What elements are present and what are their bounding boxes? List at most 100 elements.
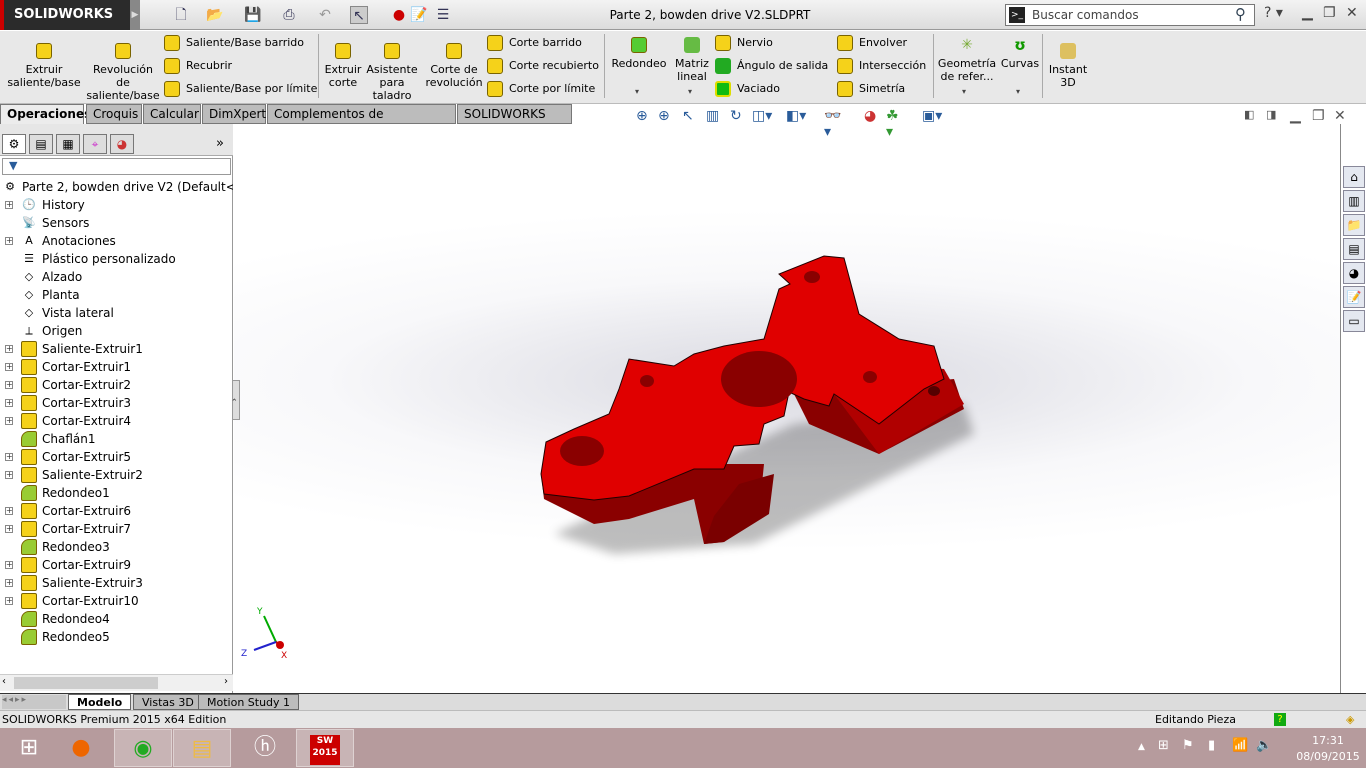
expand-toggle[interactable]: + [5, 381, 13, 389]
boundary-cut-button[interactable]: Corte por límite [487, 80, 595, 98]
hide-show-icon[interactable]: 👓▾ [824, 108, 841, 140]
tree-root[interactable]: ⚙ Parte 2, bowden drive V2 (Default<<De [0, 178, 233, 196]
extruded-cut-button[interactable]: Extruir corte [323, 43, 363, 89]
expand-toggle[interactable]: + [5, 417, 13, 425]
swept-boss-button[interactable]: Saliente/Base barrido [164, 34, 304, 52]
scenes-icon[interactable]: ☘▾ [886, 108, 899, 140]
action-center-icon[interactable]: ⊞ [1158, 738, 1169, 753]
revolve-boss-button[interactable]: Revolución de saliente/base [86, 43, 160, 102]
tab-operaciones[interactable]: Operaciones [0, 104, 91, 124]
rebuild-icon[interactable]: ● [390, 6, 408, 24]
zoom-area-icon[interactable]: ⊕ [658, 108, 670, 124]
tree-item[interactable]: ◇ Planta [0, 286, 233, 304]
file-explorer-taskbar-icon[interactable]: ▤ [173, 729, 231, 767]
tab-croquis[interactable]: Croquis [86, 104, 142, 124]
curves-button[interactable]: ʊ Curvas [1000, 37, 1040, 70]
reference-geometry-button[interactable]: ✳ Geometría de refer... [937, 37, 997, 83]
swept-cut-button[interactable]: Corte barrido [487, 34, 582, 52]
show-hidden-icons[interactable]: ▲ [1138, 742, 1145, 752]
expand-toggle[interactable]: + [5, 579, 13, 587]
print-icon[interactable]: ⎙ [280, 6, 298, 24]
expand-toggle[interactable]: + [5, 201, 13, 209]
options-icon[interactable]: ☰ [434, 6, 452, 24]
extrude-boss-button[interactable]: Extruir saliente/base [6, 43, 82, 89]
solidworks-resources-icon[interactable]: ⌂ [1343, 166, 1365, 188]
graphics-area[interactable]: Y X Z [234, 124, 1340, 693]
tile-left-icon[interactable]: ◧ [1244, 108, 1254, 121]
fillet-button[interactable]: Redondeo [608, 37, 670, 70]
select-icon[interactable]: ↖ [350, 6, 368, 24]
viewport-restore-button[interactable]: ❐ [1312, 108, 1325, 124]
configuration-manager-tab-icon[interactable]: ▦ [56, 134, 80, 154]
tab-modelo[interactable]: Modelo [68, 694, 132, 710]
scroll-thumb[interactable] [14, 677, 158, 689]
loft-button[interactable]: Recubrir [164, 57, 232, 75]
clock[interactable]: 17:31 08/09/2015 [1296, 733, 1360, 765]
tree-item[interactable]: Redondeo4 [0, 610, 233, 628]
view-palette-icon[interactable]: ▤ [1343, 238, 1365, 260]
design-library-icon[interactable]: ▥ [1343, 190, 1365, 212]
file-properties-icon[interactable]: 📝 [410, 6, 428, 24]
custom-properties-icon[interactable]: 📝 [1343, 286, 1365, 308]
tree-item[interactable]: + Cortar-Extruir6 [0, 502, 233, 520]
property-manager-tab-icon[interactable]: ▤ [29, 134, 53, 154]
expand-tabs-icon[interactable]: » [216, 136, 224, 151]
volume-icon[interactable]: 🔈 [1256, 738, 1272, 753]
tab-vistas-3d[interactable]: Vistas 3D [133, 694, 203, 710]
part-model[interactable] [234, 124, 1340, 693]
tab-motion-study[interactable]: Motion Study 1 [198, 694, 300, 710]
save-icon[interactable]: 💾 [244, 6, 262, 24]
tree-item[interactable]: ◇ Vista lateral [0, 304, 233, 322]
search-commands-input[interactable]: >_ Buscar comandos ⚲ [1005, 4, 1255, 26]
boundary-boss-button[interactable]: Saliente/Base por límite [164, 80, 317, 98]
tree-item[interactable]: ◇ Alzado [0, 268, 233, 286]
tree-item[interactable]: + A Anotaciones [0, 232, 233, 250]
network-icon[interactable]: 📶 [1232, 738, 1248, 753]
revolved-cut-button[interactable]: Corte de revolución [425, 43, 483, 89]
tree-item[interactable]: + Cortar-Extruir5 [0, 448, 233, 466]
tab-dimxpert[interactable]: DimXpert [202, 104, 266, 124]
tree-item[interactable]: + Cortar-Extruir1 [0, 358, 233, 376]
section-view-icon[interactable]: ▥ [706, 108, 719, 124]
tab-calcular[interactable]: Calcular [143, 104, 201, 124]
tab-mbd[interactable]: SOLIDWORKS MBD [457, 104, 572, 140]
tree-item[interactable]: ☰ Plástico personalizado [0, 250, 233, 268]
expand-toggle[interactable]: + [5, 345, 13, 353]
chrome-icon[interactable]: ◉ [114, 729, 172, 767]
display-style-icon[interactable]: ◧▾ [786, 108, 806, 124]
tree-item[interactable]: + Cortar-Extruir9 [0, 556, 233, 574]
solidworks-taskbar-icon[interactable]: SW 2015 [296, 729, 354, 767]
expand-toggle[interactable]: + [5, 399, 13, 407]
solidworks-logo[interactable]: SOLIDWORKS [0, 0, 130, 30]
feature-manager-tab-icon[interactable]: ⚙ [2, 134, 26, 154]
tree-item[interactable]: + Cortar-Extruir7 [0, 520, 233, 538]
expand-toggle[interactable]: + [5, 237, 13, 245]
tab-scroll-arrows[interactable]: ◂◂▸▸ [2, 695, 66, 709]
expand-toggle[interactable]: + [5, 363, 13, 371]
wrap-button[interactable]: Envolver [837, 34, 907, 52]
dimxpert-manager-tab-icon[interactable]: ⌖ [83, 134, 107, 154]
shell-button[interactable]: Vaciado [715, 80, 780, 98]
firefox-icon[interactable]: ● [52, 729, 110, 767]
linear-pattern-button[interactable]: Matriz lineal [674, 37, 710, 83]
expand-toggle[interactable]: + [5, 471, 13, 479]
edit-appearance-icon[interactable]: ◕ [864, 108, 876, 124]
mirror-button[interactable]: Simetría [837, 80, 905, 98]
minimize-button[interactable]: ▁ [1302, 5, 1313, 21]
help-icon[interactable]: ? ▾ [1264, 5, 1283, 21]
expand-toggle[interactable]: + [5, 597, 13, 605]
tree-item[interactable]: ⟂ Origen [0, 322, 233, 340]
appearances-icon[interactable]: ◕ [1343, 262, 1365, 284]
expand-toggle[interactable]: + [5, 507, 13, 515]
dynamic-annotation-icon[interactable]: ↻ [730, 108, 742, 124]
tree-item[interactable]: Redondeo3 [0, 538, 233, 556]
forum-icon[interactable]: ▭ [1343, 310, 1365, 332]
curves-dropdown[interactable]: ▾ [1016, 87, 1020, 96]
intersect-button[interactable]: Intersección [837, 57, 926, 75]
tree-item[interactable]: + Saliente-Extruir1 [0, 340, 233, 358]
tree-item[interactable]: Redondeo1 [0, 484, 233, 502]
rebuild-status-icon[interactable]: ◈ [1346, 711, 1354, 728]
expand-toggle[interactable]: + [5, 453, 13, 461]
tree-item[interactable]: + Saliente-Extruir3 [0, 574, 233, 592]
tab-complementos[interactable]: Complementos de SOLIDWORKS [267, 104, 456, 140]
